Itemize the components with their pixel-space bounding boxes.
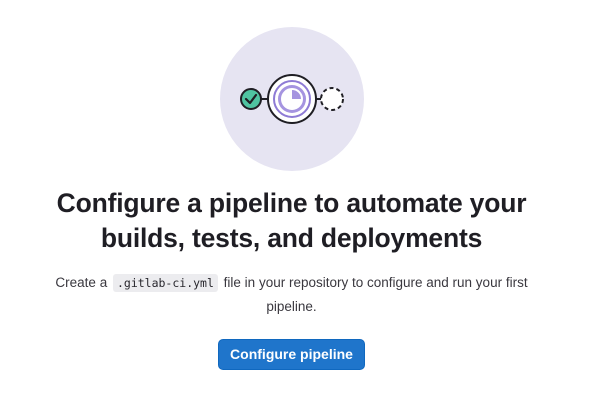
description-suffix: file in your repository to configure and…: [223, 275, 528, 290]
title-line-1: Configure a pipeline to automate your: [56, 188, 527, 218]
pending-dashed-circle-icon: [320, 87, 344, 111]
configure-pipeline-button[interactable]: Configure pipeline: [218, 339, 365, 370]
description-line-1: Create a .gitlab-ci.yml file in your rep…: [0, 271, 583, 295]
pipeline-illustration: [220, 27, 364, 171]
pipeline-running-icon: [267, 74, 317, 124]
check-circle-icon: [240, 88, 262, 110]
description-prefix: Create a: [55, 275, 108, 290]
ci-config-filename: .gitlab-ci.yml: [112, 274, 218, 292]
description-line-2: pipeline.: [266, 299, 317, 314]
empty-state-description: Create a .gitlab-ci.yml file in your rep…: [0, 271, 583, 318]
pipelines-empty-state: Configure a pipeline to automate your bu…: [0, 0, 595, 403]
title-line-2: builds, tests, and deployments: [100, 223, 483, 253]
empty-state-title: Configure a pipeline to automate your bu…: [0, 186, 583, 256]
